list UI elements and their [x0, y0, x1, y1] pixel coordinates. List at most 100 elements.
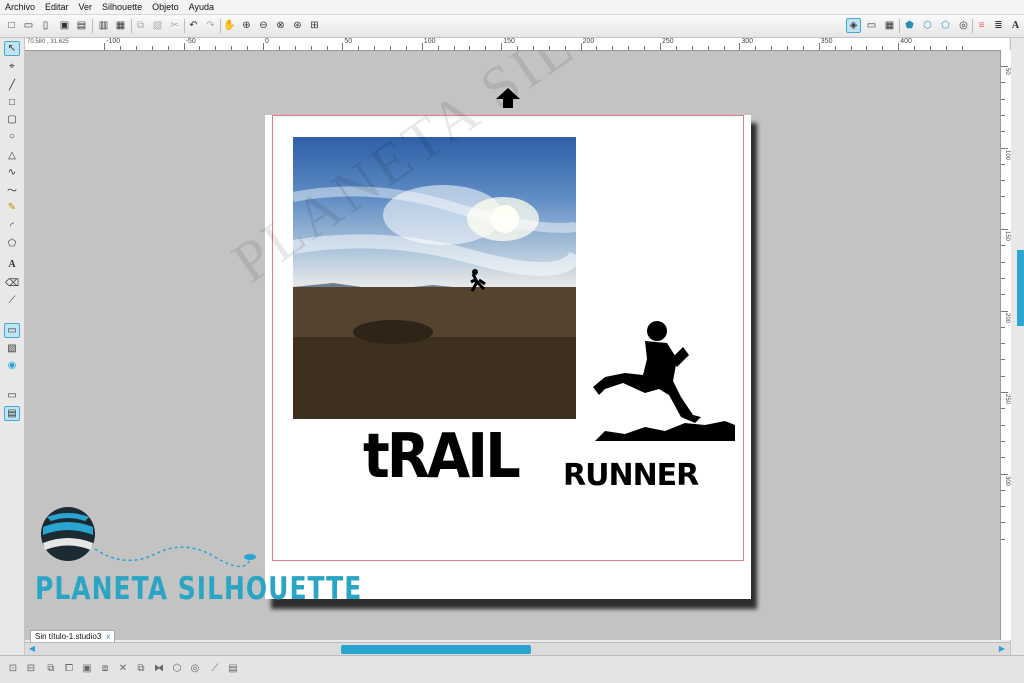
knife-icon[interactable]: ⟋: [4, 293, 20, 308]
split-view-icon[interactable]: ▤: [4, 406, 20, 421]
edit-points-icon[interactable]: ⌖: [4, 59, 20, 74]
menu-ver[interactable]: Ver: [74, 0, 98, 14]
ellipse-icon[interactable]: ○: [4, 129, 20, 144]
layers-icon[interactable]: ≡: [974, 18, 989, 33]
arc-icon[interactable]: ◜: [4, 219, 20, 234]
layers-panel-icon[interactable]: ▤: [226, 661, 240, 675]
clipboard-icon[interactable]: ▯: [38, 18, 53, 33]
print-icon[interactable]: ▥: [96, 18, 111, 33]
ruler-major-tick: [660, 43, 661, 50]
text-icon[interactable]: A: [4, 257, 20, 272]
page-setup-icon[interactable]: ▭: [864, 18, 879, 33]
ruler-minor-tick: [326, 46, 328, 50]
workspace[interactable]: PLANETA SILHOUETTE tRAIL RUNNER PLANETA …: [25, 51, 1000, 640]
vertical-scroll-thumb[interactable]: [1017, 250, 1024, 326]
ruler-minor-tick: [517, 46, 519, 50]
paste-icon[interactable]: ▧: [150, 18, 165, 33]
ruler-major-tick: [183, 43, 185, 50]
hand-icon[interactable]: ✋: [222, 18, 237, 33]
ruler-label: 100: [1004, 149, 1010, 160]
cloud-icon[interactable]: ◉: [4, 358, 20, 373]
duplicate-icon[interactable]: ⧉: [134, 661, 148, 675]
menu-editar[interactable]: Editar: [40, 0, 74, 14]
line-icon[interactable]: ╱: [4, 78, 20, 93]
ruler-minor-tick: [1001, 489, 1005, 491]
ruler-major-tick: [739, 43, 741, 50]
zoom-fit-icon[interactable]: ⊗: [273, 18, 288, 33]
ruler-minor-tick: [310, 46, 312, 50]
freehand-icon[interactable]: 〜: [4, 182, 20, 197]
ruler-label: -50: [185, 38, 196, 45]
undo-icon[interactable]: ↶: [186, 18, 201, 33]
zoom-drag-icon[interactable]: ⊛: [290, 18, 305, 33]
menu-ayuda[interactable]: Ayuda: [184, 0, 219, 14]
new-icon[interactable]: □: [4, 18, 19, 33]
zoom-in-icon[interactable]: ⊕: [239, 18, 254, 33]
modify-icon[interactable]: ⧈: [98, 661, 112, 675]
offset-icon[interactable]: ◎: [188, 661, 202, 675]
horizontal-scrollbar[interactable]: ◀ ▶: [25, 642, 1010, 655]
ruler-major-tick: [1001, 310, 1008, 312]
weld-icon[interactable]: ▣: [80, 661, 94, 675]
trace-icon[interactable]: ⟋: [208, 661, 222, 675]
fill-color-icon[interactable]: ⬟: [902, 18, 917, 33]
close-tab-icon[interactable]: x: [106, 632, 110, 641]
library-icon[interactable]: ▭: [4, 323, 20, 338]
window-icon[interactable]: ▭: [4, 388, 20, 403]
ruler-minor-tick: [1001, 180, 1005, 182]
runner-silhouette[interactable]: [585, 319, 735, 441]
zoom-page-icon[interactable]: ⊞: [307, 18, 322, 33]
regular-polygon-icon[interactable]: ⬠: [4, 236, 20, 251]
ruler-major-tick: [580, 43, 582, 50]
send-icon[interactable]: ▦: [113, 18, 128, 33]
ruler-minor-tick: [1001, 163, 1005, 165]
align-icon[interactable]: ≣: [991, 18, 1006, 33]
line-style-icon[interactable]: ⬠: [938, 18, 953, 33]
curve-icon[interactable]: ∿: [4, 165, 20, 180]
scroll-right-icon[interactable]: ▶: [997, 644, 1007, 654]
copy-icon[interactable]: ⧉: [133, 18, 148, 33]
save-icon[interactable]: ▣: [57, 18, 72, 33]
cut-icon[interactable]: ✂: [167, 18, 182, 33]
trail-text[interactable]: tRAIL: [363, 426, 521, 488]
pencil-icon[interactable]: ✎: [4, 200, 20, 215]
ruler-minor-tick: [1001, 375, 1005, 377]
menu-silhouette[interactable]: Silhouette: [97, 0, 147, 14]
rounded-rect-icon[interactable]: ▢: [4, 112, 20, 127]
delete-icon[interactable]: ✕: [116, 661, 130, 675]
design-page-icon[interactable]: ◈: [846, 18, 861, 33]
ungroup-icon[interactable]: ⊟: [24, 661, 38, 675]
mirror-icon[interactable]: ⧓: [152, 661, 166, 675]
runner-text[interactable]: RUNNER: [563, 461, 699, 491]
shadow-icon[interactable]: ◎: [956, 18, 971, 33]
zoom-out-icon[interactable]: ⊖: [256, 18, 271, 33]
ruler-major-tick: [342, 43, 344, 50]
group-icon[interactable]: ⊡: [6, 661, 20, 675]
text-style-icon[interactable]: A: [1008, 18, 1023, 33]
scroll-left-icon[interactable]: ◀: [27, 644, 37, 654]
select-icon[interactable]: ↖: [4, 41, 20, 56]
release-icon[interactable]: ⧠: [62, 661, 76, 675]
ruler-major-tick: [1001, 229, 1008, 230]
eraser-icon[interactable]: ⌫: [4, 276, 20, 291]
save-as-icon[interactable]: ▤: [74, 18, 89, 33]
menu-archivo[interactable]: Archivo: [0, 0, 40, 14]
line-color-icon[interactable]: ⬡: [920, 18, 935, 33]
ruler-minor-tick: [358, 46, 360, 50]
ruler-label: -100: [106, 38, 121, 45]
ruler-minor-tick: [1001, 114, 1005, 116]
fill-icon[interactable]: ⬡: [170, 661, 184, 675]
horizontal-scroll-thumb[interactable]: [341, 645, 531, 654]
redo-icon[interactable]: ↷: [203, 18, 218, 33]
store-icon[interactable]: ▧: [4, 341, 20, 356]
grid-icon[interactable]: ▦: [882, 18, 897, 33]
menu-objeto[interactable]: Objeto: [147, 0, 184, 14]
open-icon[interactable]: ▭: [21, 18, 36, 33]
ruler-minor-tick: [1001, 294, 1005, 296]
compound-icon[interactable]: ⧉: [44, 661, 58, 675]
right-panel: [1010, 38, 1024, 658]
rectangle-icon[interactable]: □: [4, 95, 20, 110]
polygon-icon[interactable]: △: [4, 148, 20, 163]
document-tab[interactable]: Sin título-1.studio3 x: [30, 630, 116, 642]
ruler-minor-tick: [1001, 522, 1005, 524]
